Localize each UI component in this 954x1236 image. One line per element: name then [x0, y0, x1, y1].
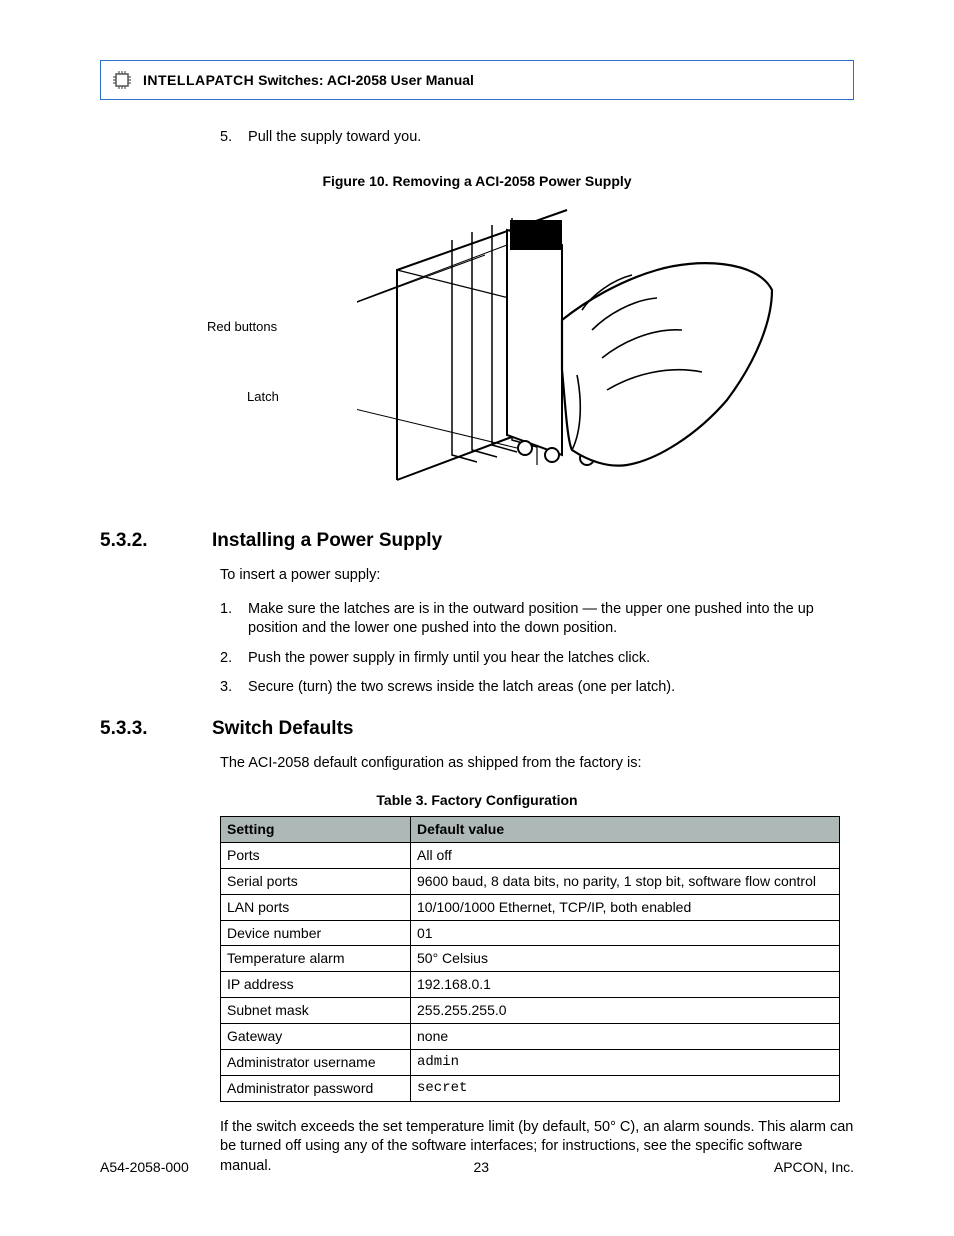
sec532-intro: To insert a power supply:	[220, 566, 854, 586]
cell-value: 255.255.255.0	[411, 998, 840, 1024]
figure-caption: Figure 10. Removing a ACI-2058 Power Sup…	[100, 172, 854, 191]
cell-value: 9600 baud, 8 data bits, no parity, 1 sto…	[411, 868, 840, 894]
callout-red-buttons: Red buttons	[207, 318, 277, 336]
section-5-3-3: 5.3.3. Switch Defaults	[100, 716, 854, 742]
table-row: LAN ports10/100/1000 Ethernet, TCP/IP, b…	[221, 894, 840, 920]
power-supply-diagram	[357, 200, 777, 510]
chip-icon	[111, 69, 133, 91]
document-header: INTELLAPATCH Switches: ACI-2058 User Man…	[100, 60, 854, 100]
list-item: 3.Secure (turn) the two screws inside th…	[220, 678, 854, 698]
cell-setting: Serial ports	[221, 868, 411, 894]
factory-config-table: Setting Default value PortsAll offSerial…	[220, 816, 840, 1102]
cell-setting: IP address	[221, 972, 411, 998]
section-5-3-3-title: Switch Defaults	[212, 716, 353, 742]
section-5-3-2: 5.3.2. Installing a Power Supply	[100, 528, 854, 554]
table-row: Device number01	[221, 920, 840, 946]
step-5-text: Pull the supply toward you.	[248, 129, 421, 145]
cell-value: secret	[411, 1075, 840, 1101]
cell-value: none	[411, 1024, 840, 1050]
callout-latch: Latch	[247, 388, 279, 406]
cell-setting: Administrator username	[221, 1050, 411, 1076]
table-row: Subnet mask255.255.255.0	[221, 998, 840, 1024]
section-5-3-2-num: 5.3.2.	[100, 528, 190, 554]
step-5-num: 5.	[220, 128, 244, 148]
cell-setting: Gateway	[221, 1024, 411, 1050]
section-5-3-2-title: Installing a Power Supply	[212, 528, 442, 554]
header-title: INTELLAPATCH Switches: ACI-2058 User Man…	[143, 71, 474, 90]
cell-setting: Device number	[221, 920, 411, 946]
footer-company: APCON, Inc.	[774, 1158, 854, 1177]
cell-value: 01	[411, 920, 840, 946]
cell-setting: Administrator password	[221, 1075, 411, 1101]
list-item: 2.Push the power supply in firmly until …	[220, 649, 854, 669]
cell-value: 192.168.0.1	[411, 972, 840, 998]
cell-setting: Ports	[221, 842, 411, 868]
cell-value: 50° Celsius	[411, 946, 840, 972]
table-row: Serial ports9600 baud, 8 data bits, no p…	[221, 868, 840, 894]
sec532-steps: 1.Make sure the latches are is in the ou…	[220, 600, 854, 698]
list-item: 1.Make sure the latches are is in the ou…	[220, 600, 854, 639]
cell-value: All off	[411, 842, 840, 868]
page-content: INTELLAPATCH Switches: ACI-2058 User Man…	[0, 0, 954, 1236]
header-brand: INTELLAPATCH	[143, 72, 254, 88]
table-caption: Table 3. Factory Configuration	[100, 791, 854, 810]
table-row: PortsAll off	[221, 842, 840, 868]
cell-setting: LAN ports	[221, 894, 411, 920]
table-row: Temperature alarm50° Celsius	[221, 946, 840, 972]
table-row: Administrator passwordsecret	[221, 1075, 840, 1101]
footer-pagenum: 23	[474, 1158, 490, 1177]
col-default: Default value	[411, 817, 840, 843]
footer-docnum: A54-2058-000	[100, 1158, 189, 1177]
col-setting: Setting	[221, 817, 411, 843]
table-header-row: Setting Default value	[221, 817, 840, 843]
figure-diagram: Red buttons Latch	[167, 200, 787, 510]
cell-setting: Temperature alarm	[221, 946, 411, 972]
table-row: Administrator usernameadmin	[221, 1050, 840, 1076]
section-5-3-3-num: 5.3.3.	[100, 716, 190, 742]
sec533-intro: The ACI-2058 default configuration as sh…	[220, 754, 854, 774]
cell-value: admin	[411, 1050, 840, 1076]
cell-value: 10/100/1000 Ethernet, TCP/IP, both enabl…	[411, 894, 840, 920]
table-row: Gatewaynone	[221, 1024, 840, 1050]
table-row: IP address192.168.0.1	[221, 972, 840, 998]
page-footer: A54-2058-000 23 APCON, Inc.	[100, 1158, 854, 1177]
step-5: 5. Pull the supply toward you.	[220, 128, 854, 148]
header-subtitle: Switches: ACI-2058 User Manual	[254, 72, 474, 88]
cell-setting: Subnet mask	[221, 998, 411, 1024]
